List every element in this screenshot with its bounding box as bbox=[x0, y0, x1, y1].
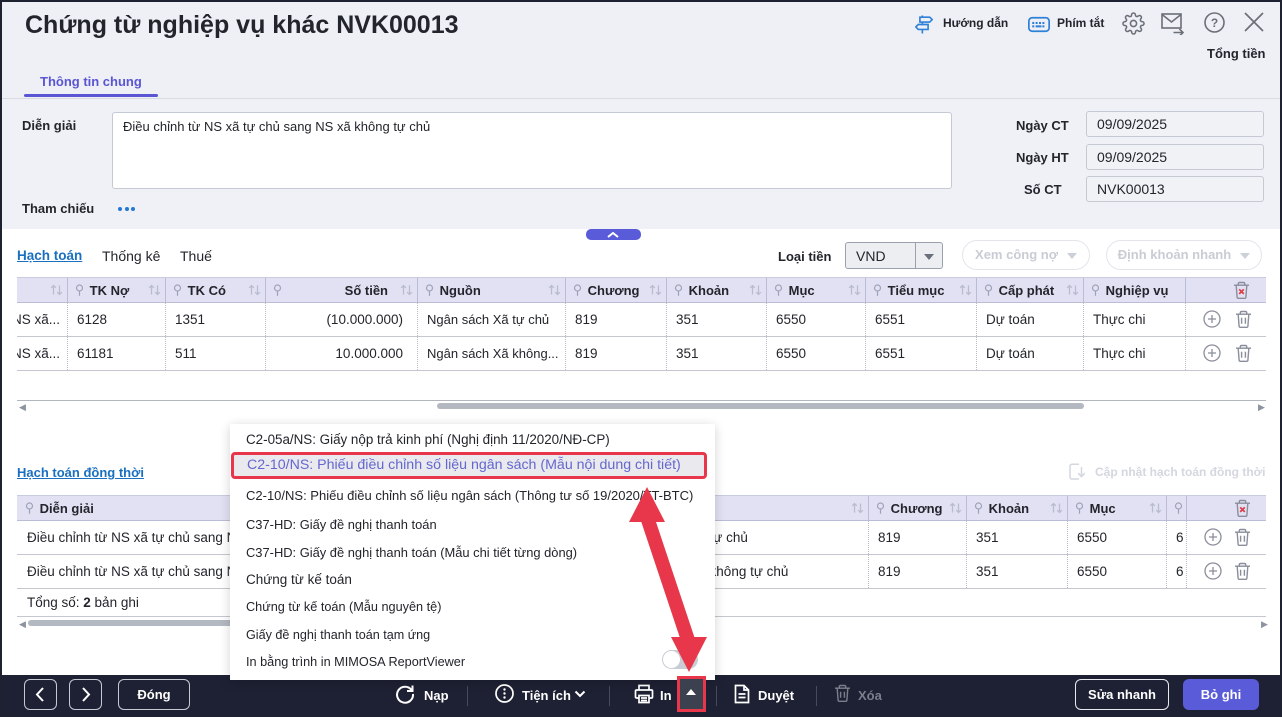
svg-text:?: ? bbox=[1211, 16, 1218, 30]
